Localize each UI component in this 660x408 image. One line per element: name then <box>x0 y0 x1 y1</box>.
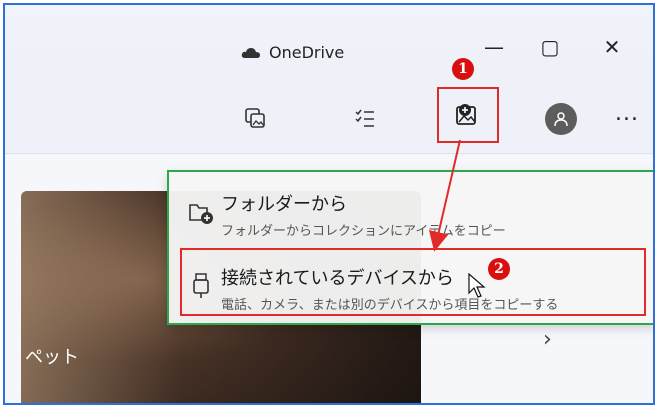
step-marker-1: 1 <box>452 58 474 80</box>
step-marker-2: 2 <box>488 258 510 280</box>
annotation-arrow <box>428 139 461 252</box>
cursor-icon <box>468 272 486 303</box>
